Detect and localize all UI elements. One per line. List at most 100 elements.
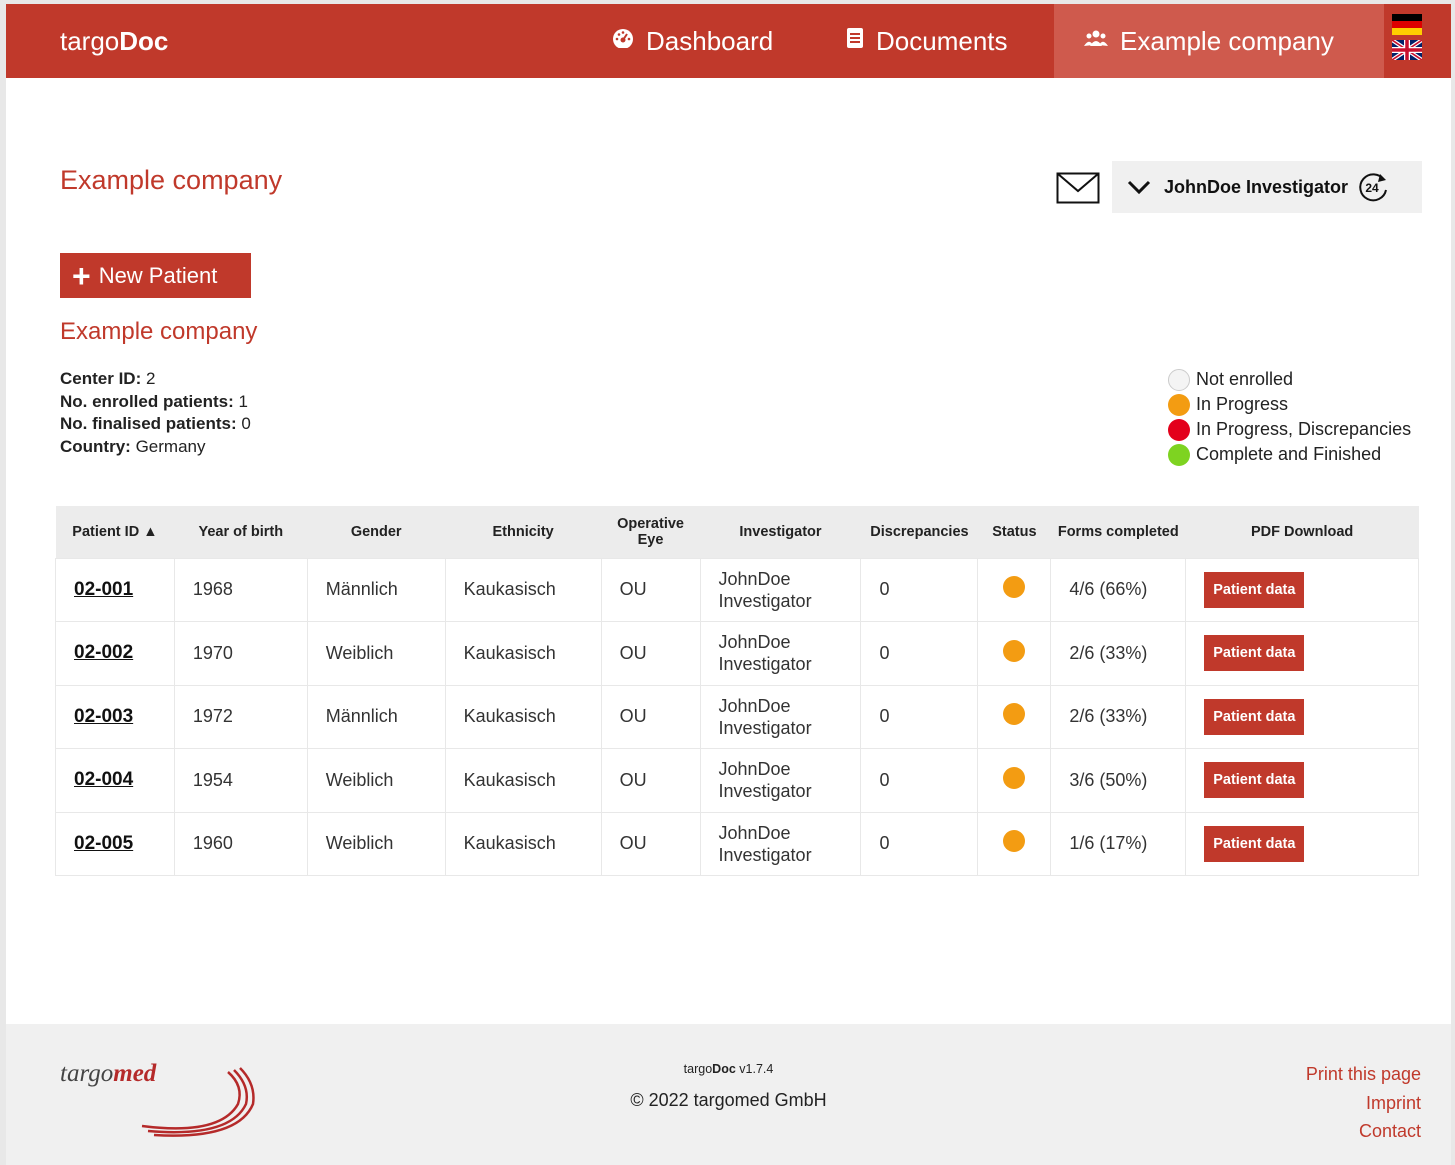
status-cell	[977, 811, 1052, 876]
patient-data-button[interactable]: Patient data	[1204, 571, 1305, 608]
uk-flag-icon[interactable]	[1392, 40, 1422, 60]
year-of-birth: 1970	[173, 621, 308, 686]
investigator: JohnDoe Investigator	[699, 811, 862, 876]
print-page-link[interactable]: Print this page	[1306, 1060, 1421, 1089]
version-brand-bold: Doc	[712, 1062, 736, 1076]
legend-item: Not enrolled	[1168, 367, 1411, 392]
col-investigator[interactable]: Investigator	[700, 506, 861, 558]
navbar: targoDoc Dashboard Documents Example com…	[6, 4, 1451, 78]
discrepancies: 0	[860, 748, 979, 813]
chevron-down-icon	[1127, 180, 1151, 195]
status-dot-icon	[1168, 393, 1190, 416]
mail-icon[interactable]	[1056, 172, 1100, 204]
ethnicity: Kaukasisch	[444, 811, 602, 876]
table-row: 02-004 1954 Weiblich Kaukasisch OU JohnD…	[55, 748, 1419, 813]
investigator-line2: Investigator	[718, 844, 812, 865]
gender: Weiblich	[306, 811, 446, 876]
operative-eye: OU	[600, 748, 701, 813]
imprint-link[interactable]: Imprint	[1306, 1089, 1421, 1118]
col-operative-eye[interactable]: Operative Eye	[601, 506, 701, 558]
investigator-line1: JohnDoe	[718, 759, 791, 780]
investigator-line1: JohnDoe	[718, 695, 791, 716]
year-of-birth: 1954	[173, 748, 308, 813]
year-of-birth: 1968	[173, 557, 308, 622]
col-year-of-birth[interactable]: Year of birth	[174, 506, 308, 558]
col-gender[interactable]: Gender	[307, 506, 446, 558]
patient-id-link[interactable]: 02-001	[55, 557, 175, 622]
version-number: v1.7.4	[735, 1062, 774, 1076]
status-dot-icon	[1168, 443, 1190, 466]
nav-example-company[interactable]: Example company	[1054, 4, 1384, 78]
forms-completed: 1/6 (17%)	[1050, 811, 1187, 876]
user-menu-button[interactable]: JohnDoe Investigator 24	[1112, 161, 1422, 213]
new-patient-button[interactable]: + New Patient	[60, 253, 251, 298]
nav-dashboard-label: Dashboard	[646, 25, 774, 56]
table-row: 02-005 1960 Weiblich Kaukasisch OU JohnD…	[55, 811, 1419, 876]
refresh-24-icon[interactable]: 24	[1356, 170, 1390, 204]
investigator-line2: Investigator	[718, 781, 812, 802]
status-cell	[977, 684, 1052, 749]
investigator-line1: JohnDoe	[718, 568, 791, 589]
status-in-progress-icon	[1003, 830, 1026, 853]
left-border	[0, 0, 6, 1165]
footer: targomed targoDoc v1.7.4 © 2022 targomed…	[6, 1024, 1451, 1165]
investigator: JohnDoe Investigator	[699, 748, 862, 813]
copyright: © 2022 targomed GmbH	[630, 1090, 827, 1110]
legend-label: In Progress, Discrepancies	[1196, 419, 1412, 439]
dashboard-icon	[612, 28, 634, 54]
col-forms-completed[interactable]: Forms completed	[1050, 506, 1186, 558]
country-value: Germany	[135, 436, 206, 456]
patient-data-button[interactable]: Patient data	[1204, 698, 1305, 735]
gender: Weiblich	[306, 748, 446, 813]
german-flag-icon[interactable]	[1392, 14, 1422, 35]
col-operative-eye-line2: Eye	[637, 531, 664, 548]
patient-id-link[interactable]: 02-005	[55, 811, 175, 876]
new-patient-label: New Patient	[98, 262, 218, 288]
ethnicity: Kaukasisch	[444, 748, 602, 813]
refresh-badge: 24	[1365, 181, 1379, 195]
footer-center: targoDoc v1.7.4 © 2022 targomed GmbH	[6, 1062, 1451, 1111]
col-ethnicity[interactable]: Ethnicity	[445, 506, 602, 558]
patient-id-link[interactable]: 02-004	[55, 748, 175, 813]
table-header-row: Patient ID ▲ Year of birth Gender Ethnic…	[55, 506, 1419, 558]
patient-data-button[interactable]: Patient data	[1204, 635, 1305, 672]
ethnicity: Kaukasisch	[444, 684, 602, 749]
enrolled-label: No. enrolled patients:	[60, 391, 234, 411]
pdf-cell: Patient data	[1185, 684, 1419, 749]
pdf-cell: Patient data	[1185, 748, 1419, 813]
patient-data-button[interactable]: Patient data	[1204, 825, 1305, 862]
pdf-cell: Patient data	[1185, 811, 1419, 876]
col-discrepancies[interactable]: Discrepancies	[860, 506, 978, 558]
investigator-line2: Investigator	[718, 654, 812, 675]
nav-dashboard[interactable]: Dashboard	[582, 4, 803, 78]
finalised-count: No. finalised patients: 0	[60, 413, 251, 436]
users-icon	[1084, 28, 1108, 54]
table-row: 02-001 1968 Männlich Kaukasisch OU JohnD…	[55, 557, 1419, 622]
legend-item: In Progress	[1168, 392, 1411, 417]
year-of-birth: 1960	[173, 811, 308, 876]
investigator: JohnDoe Investigator	[699, 684, 862, 749]
patient-id-link[interactable]: 02-002	[55, 621, 175, 686]
pdf-cell: Patient data	[1185, 557, 1419, 622]
table-row: 02-002 1970 Weiblich Kaukasisch OU JohnD…	[55, 621, 1419, 686]
brand-logo[interactable]: targoDoc	[60, 26, 168, 57]
status-cell	[977, 621, 1052, 686]
investigator: JohnDoe Investigator	[699, 621, 862, 686]
investigator-line2: Investigator	[718, 590, 812, 611]
contact-link[interactable]: Contact	[1306, 1117, 1421, 1146]
col-patient-id[interactable]: Patient ID ▲	[55, 506, 175, 558]
enrolled-value: 1	[238, 391, 248, 411]
nav-example-company-label: Example company	[1120, 25, 1334, 56]
forms-completed: 2/6 (33%)	[1050, 684, 1187, 749]
right-border	[1451, 0, 1455, 1165]
nav-documents-label: Documents	[876, 25, 1008, 56]
center-title: Example company	[60, 318, 258, 345]
discrepancies: 0	[860, 621, 979, 686]
patient-id-link[interactable]: 02-003	[55, 684, 175, 749]
col-status[interactable]: Status	[977, 506, 1051, 558]
discrepancies: 0	[860, 557, 979, 622]
center-id-value: 2	[145, 369, 156, 388]
nav-documents[interactable]: Documents	[816, 4, 1038, 78]
forms-completed: 3/6 (50%)	[1050, 748, 1187, 813]
patient-data-button[interactable]: Patient data	[1204, 762, 1305, 799]
